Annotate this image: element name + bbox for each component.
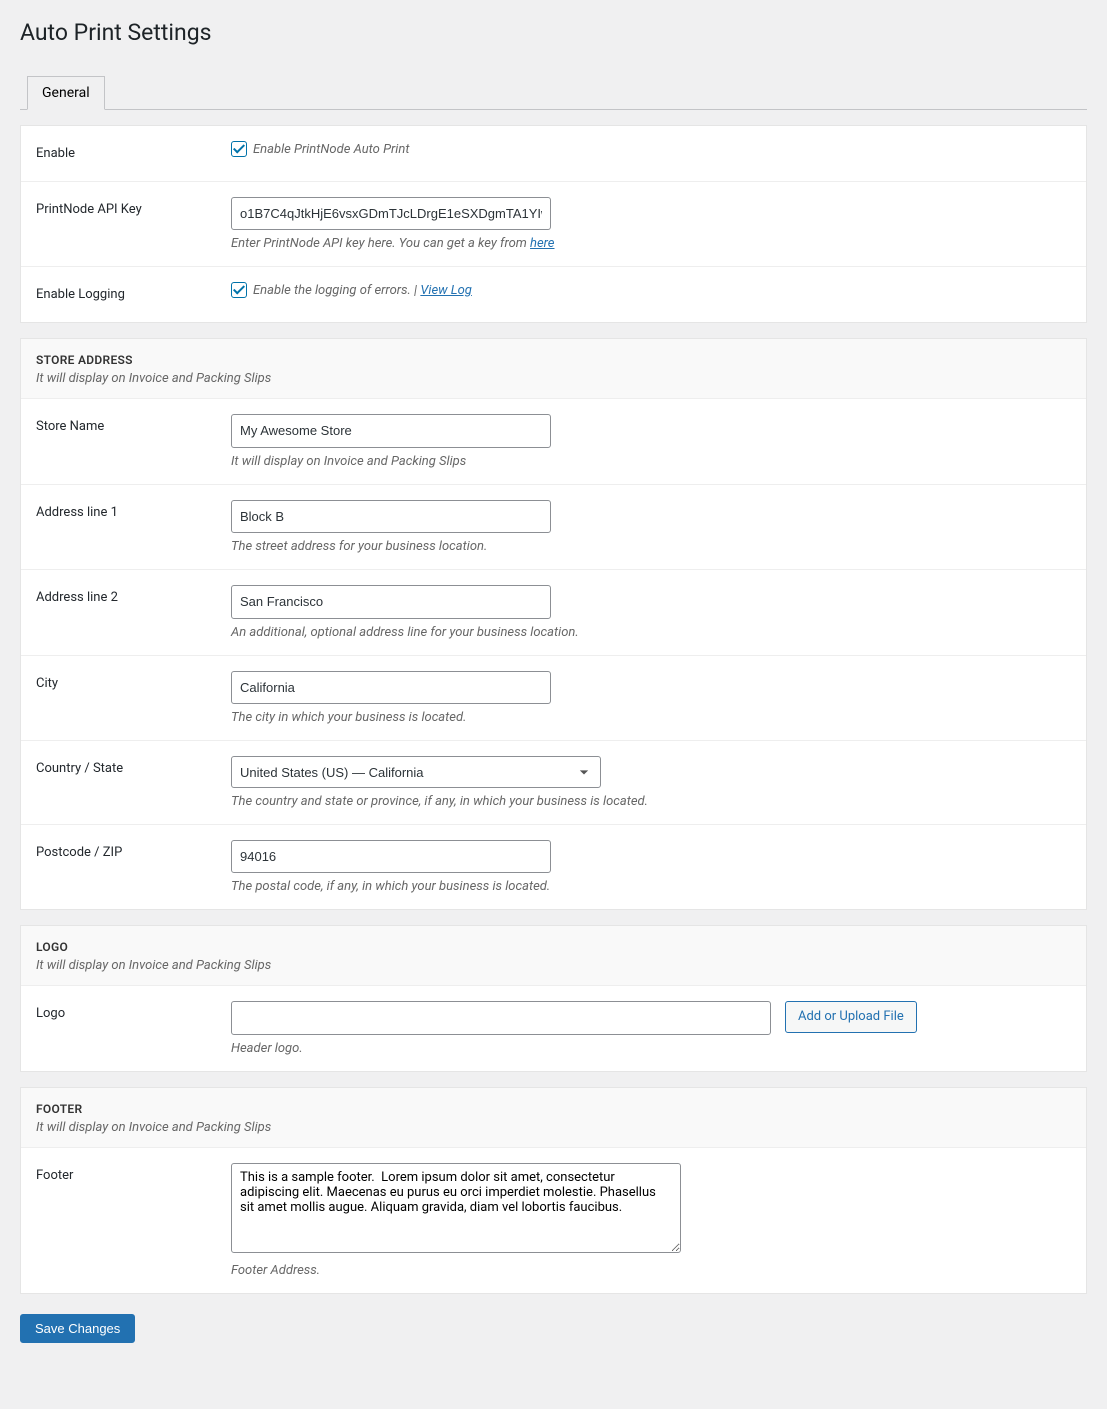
logging-desc-text: Enable the logging of errors. | (253, 283, 420, 298)
api-key-label: PrintNode API Key (21, 182, 221, 267)
country-state-label: Country / State (21, 740, 221, 824)
address1-label: Address line 1 (21, 484, 221, 569)
logo-input[interactable] (231, 1001, 771, 1034)
enable-label: Enable (21, 126, 221, 182)
add-upload-file-button[interactable]: Add or Upload File (785, 1001, 917, 1033)
city-help: The city in which your business is locat… (231, 710, 1071, 725)
panel-logo: LOGO It will display on Invoice and Pack… (20, 925, 1087, 1071)
country-state-help: The country and state or province, if an… (231, 794, 1071, 809)
postcode-label: Postcode / ZIP (21, 824, 221, 909)
api-key-help-text: Enter PrintNode API key here. You can ge… (231, 236, 530, 251)
postcode-input[interactable] (231, 840, 551, 873)
address2-label: Address line 2 (21, 570, 221, 655)
panel-store-address: STORE ADDRESS It will display on Invoice… (20, 338, 1087, 910)
postcode-help: The postal code, if any, in which your b… (231, 879, 1071, 894)
enable-checkbox[interactable] (231, 141, 247, 157)
logo-subtitle: It will display on Invoice and Packing S… (36, 958, 1071, 973)
store-name-label: Store Name (21, 399, 221, 484)
city-label: City (21, 655, 221, 740)
logging-checkbox[interactable] (231, 282, 247, 298)
store-address-subtitle: It will display on Invoice and Packing S… (36, 371, 1071, 386)
store-name-help: It will display on Invoice and Packing S… (231, 454, 1071, 469)
footer-help: Footer Address. (231, 1263, 1071, 1278)
logging-desc: Enable the logging of errors. | View Log (253, 283, 472, 298)
address1-help: The street address for your business loc… (231, 539, 1071, 554)
city-input[interactable] (231, 671, 551, 704)
logo-header: LOGO (36, 940, 1071, 954)
api-key-help-link[interactable]: here (530, 236, 554, 251)
tab-general[interactable]: General (27, 76, 105, 110)
store-address-header: STORE ADDRESS (36, 353, 1071, 367)
country-state-select[interactable]: United States (US) — California (231, 756, 601, 788)
page-title: Auto Print Settings (20, 10, 1087, 66)
footer-header: FOOTER (36, 1102, 1071, 1116)
enable-desc: Enable PrintNode Auto Print (253, 142, 409, 157)
logging-label: Enable Logging (21, 267, 221, 323)
logo-label: Logo (21, 986, 221, 1070)
api-key-input[interactable] (231, 197, 551, 230)
footer-textarea[interactable] (231, 1163, 681, 1253)
save-changes-button[interactable]: Save Changes (20, 1314, 135, 1343)
address1-input[interactable] (231, 500, 551, 533)
logging-checkbox-label[interactable]: Enable the logging of errors. | View Log (231, 282, 472, 298)
panel-general: Enable Enable PrintNode Auto Print Print… (20, 125, 1087, 323)
address2-help: An additional, optional address line for… (231, 625, 1071, 640)
enable-checkbox-label[interactable]: Enable PrintNode Auto Print (231, 141, 409, 157)
api-key-help: Enter PrintNode API key here. You can ge… (231, 236, 1071, 251)
tab-bar: General (20, 66, 1087, 110)
panel-footer: FOOTER It will display on Invoice and Pa… (20, 1087, 1087, 1294)
logo-help: Header logo. (231, 1041, 1071, 1056)
address2-input[interactable] (231, 585, 551, 618)
store-name-input[interactable] (231, 414, 551, 447)
footer-label: Footer (21, 1148, 221, 1293)
view-log-link[interactable]: View Log (420, 283, 472, 298)
footer-subtitle: It will display on Invoice and Packing S… (36, 1120, 1071, 1135)
